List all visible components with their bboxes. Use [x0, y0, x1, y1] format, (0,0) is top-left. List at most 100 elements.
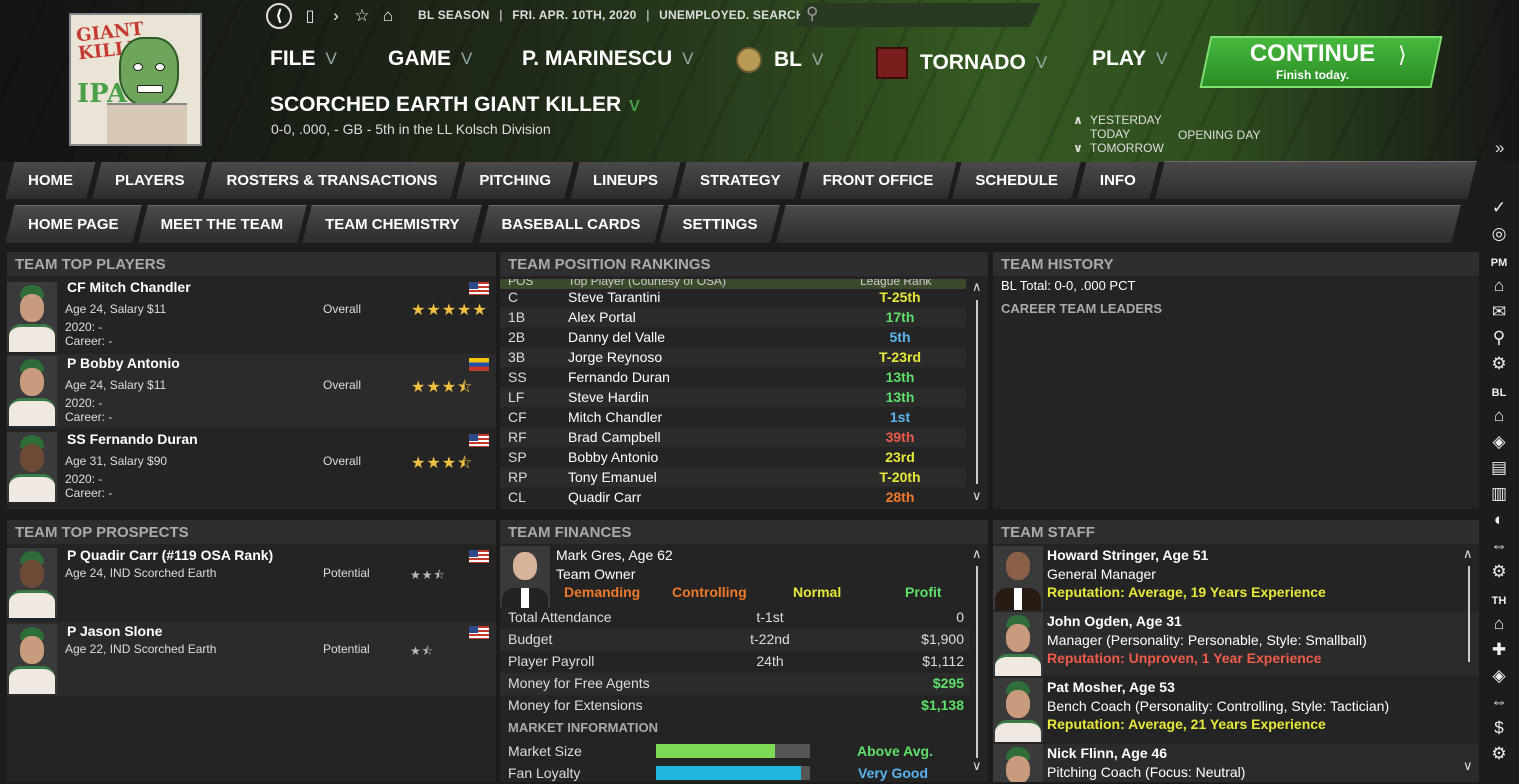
star-icon[interactable]: ☆ [354, 6, 370, 26]
prospect-row[interactable]: P Quadir Carr (#119 OSA Rank) Age 24, IN… [7, 546, 496, 620]
bookmark-page-icon[interactable]: ▯ [302, 6, 318, 26]
chevron-down-icon[interactable]: ∨ [1066, 141, 1090, 155]
ranking-row[interactable]: 2B Danny del Valle 5th [500, 327, 966, 347]
scroll-down-icon[interactable]: ∨ [972, 758, 982, 774]
home-icon[interactable]: ⌂ [1483, 276, 1515, 296]
home-icon[interactable]: ⌂ [380, 6, 396, 26]
gear-icon[interactable]: ⚙ [1483, 744, 1515, 764]
menu-play[interactable]: PLAY V [1092, 47, 1167, 71]
menu-game[interactable]: GAME V [388, 47, 472, 71]
scroll-down-icon[interactable]: ∨ [972, 488, 982, 504]
tab-schedule[interactable]: SCHEDULE [957, 161, 1076, 199]
player-name[interactable]: SS Fernando Duran [67, 431, 198, 447]
diamond-icon[interactable]: ◈ [1483, 432, 1515, 452]
ranking-row[interactable]: RF Brad Campbell 39th [500, 427, 966, 447]
menu-file[interactable]: FILE V [270, 47, 337, 71]
team-name[interactable]: SCORCHED EARTH GIANT KILLER V [270, 93, 640, 117]
staff-name[interactable]: Howard Stringer, Age 51 [1047, 547, 1208, 563]
player-row[interactable]: CF Mitch Chandler Age 24, Salary $11 202… [7, 278, 496, 352]
player-name[interactable]: P Bobby Antonio [67, 355, 180, 371]
ranking-player[interactable]: Danny del Valle [568, 329, 665, 345]
scroll-up-icon[interactable]: ∧ [1463, 546, 1473, 562]
ranking-player[interactable]: Steve Hardin [568, 389, 649, 405]
ranking-player[interactable]: Mitch Chandler [568, 409, 662, 425]
ranking-row[interactable]: CL Quadir Carr 28th [500, 487, 966, 507]
ranking-player[interactable]: Tony Emanuel [568, 469, 657, 485]
staff-row[interactable]: John Ogden, Age 31 Manager (Personality:… [993, 612, 1479, 676]
back-icon[interactable]: ⟨ [266, 3, 292, 29]
tab-info[interactable]: INFO [1082, 161, 1154, 199]
staff-name[interactable]: Pat Mosher, Age 53 [1047, 679, 1175, 695]
owner-name[interactable]: Mark Gres, Age 62 [556, 547, 673, 563]
menu-league[interactable]: BL V [736, 47, 823, 73]
staff-row[interactable]: Howard Stringer, Age 51 General Manager … [993, 546, 1479, 610]
tab-pitching[interactable]: PITCHING [461, 161, 569, 199]
player-name[interactable]: P Quadir Carr (#119 OSA Rank) [67, 547, 273, 563]
team-logo[interactable]: GIANT KILLER IPA [69, 13, 202, 146]
tab-front-office[interactable]: FRONT OFFICE [805, 161, 952, 199]
player-row[interactable]: SS Fernando Duran Age 31, Salary $90 202… [7, 430, 496, 504]
subtab-home-page[interactable]: HOME PAGE [10, 205, 137, 243]
ranking-player[interactable]: Quadir Carr [568, 489, 641, 505]
staff-row[interactable]: Nick Flinn, Age 46 Pitching Coach (Focus… [993, 744, 1479, 782]
staff-name[interactable]: Nick Flinn, Age 46 [1047, 745, 1167, 761]
player-row[interactable]: P Bobby Antonio Age 24, Salary $11 2020:… [7, 354, 496, 428]
checkmark-icon[interactable]: ✓ [1483, 198, 1515, 218]
ranking-row[interactable]: 1B Alex Portal 17th [500, 307, 966, 327]
ranking-player[interactable]: Steve Tarantini [568, 289, 660, 305]
gear-icon[interactable]: ⚙ [1483, 562, 1515, 582]
staff-row[interactable]: Pat Mosher, Age 53 Bench Coach (Personal… [993, 678, 1479, 742]
tab-lineups[interactable]: LINEUPS [575, 161, 676, 199]
ranking-player[interactable]: Fernando Duran [568, 369, 670, 385]
scrollbar[interactable] [976, 566, 978, 758]
ranking-row[interactable]: CF Mitch Chandler 1st [500, 407, 966, 427]
ranking-player[interactable]: Brad Campbell [568, 429, 661, 445]
subtab-meet-the-team[interactable]: MEET THE TEAM [143, 205, 302, 243]
search-input[interactable] [794, 3, 1041, 27]
transfer-icon[interactable]: ⇔ [1483, 692, 1515, 712]
search-icon[interactable]: ⚲ [806, 4, 818, 24]
ranking-player[interactable]: Bobby Antonio [568, 449, 658, 465]
scrollbar[interactable] [976, 300, 978, 484]
forward-icon[interactable]: › [328, 6, 344, 26]
ranking-player[interactable]: Jorge Reynoso [568, 349, 662, 365]
ranking-row[interactable]: SP Bobby Antonio 23rd [500, 447, 966, 467]
menu-team[interactable]: TORNADO V [876, 47, 1047, 79]
dollar-icon[interactable]: $ [1483, 718, 1515, 738]
news-icon[interactable]: ▤ [1483, 458, 1515, 478]
staff-name[interactable]: John Ogden, Age 31 [1047, 613, 1182, 629]
mail-icon[interactable]: ✉ [1483, 302, 1515, 322]
home-icon[interactable]: ⌂ [1483, 614, 1515, 634]
player-name[interactable]: CF Mitch Chandler [67, 279, 191, 295]
scroll-up-icon[interactable]: ∧ [972, 279, 982, 295]
baseball-icon[interactable]: ◐ [1483, 510, 1515, 530]
gear-icon[interactable]: ⚙ [1483, 354, 1515, 374]
scroll-down-icon[interactable]: ∨ [1463, 758, 1473, 774]
medical-icon[interactable]: ✚ [1483, 640, 1515, 660]
ranking-row[interactable]: RP Tony Emanuel T-20th [500, 467, 966, 487]
home-icon[interactable]: ⌂ [1483, 406, 1515, 426]
subtab-baseball-cards[interactable]: BASEBALL CARDS [484, 205, 659, 243]
tab-home[interactable]: HOME [10, 161, 91, 199]
tomorrow-link[interactable]: TOMORROW [1090, 141, 1164, 155]
menu-manager[interactable]: P. MARINESCU V [522, 47, 693, 71]
career-leaders-title[interactable]: CAREER TEAM LEADERS [1001, 302, 1162, 316]
expand-icon[interactable]: » [1495, 138, 1504, 158]
subtab-settings[interactable]: SETTINGS [664, 205, 775, 243]
tab-players[interactable]: PLAYERS [97, 161, 202, 199]
ranking-row[interactable]: LF Steve Hardin 13th [500, 387, 966, 407]
ranking-row[interactable]: 3B Jorge Reynoso T-23rd [500, 347, 966, 367]
ranking-row[interactable]: SS Fernando Duran 13th [500, 367, 966, 387]
tab-strategy[interactable]: STRATEGY [682, 161, 799, 199]
prospect-row[interactable]: P Jason Slone Age 22, IND Scorched Earth… [7, 622, 496, 696]
scrollbar[interactable] [1468, 566, 1470, 662]
diamond-icon[interactable]: ◈ [1483, 666, 1515, 686]
search-icon[interactable]: ⚲ [1483, 328, 1515, 348]
transfer-icon[interactable]: ⇔ [1483, 536, 1515, 556]
ranking-row[interactable]: C Steve Tarantini T-25th [500, 287, 966, 307]
player-name[interactable]: P Jason Slone [67, 623, 162, 639]
chevron-up-icon[interactable]: ∧ [1066, 113, 1090, 127]
ranking-player[interactable]: Alex Portal [568, 309, 636, 325]
scroll-up-icon[interactable]: ∧ [972, 546, 982, 562]
subtab-team-chemistry[interactable]: TEAM CHEMISTRY [307, 205, 477, 243]
